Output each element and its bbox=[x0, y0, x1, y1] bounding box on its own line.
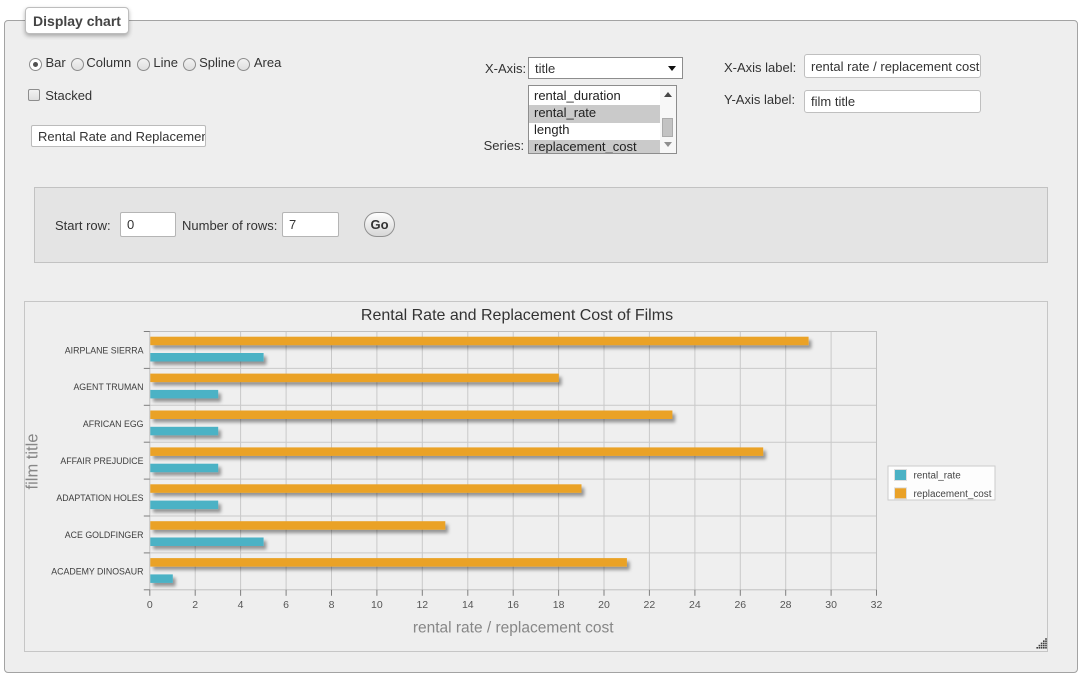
svg-text:28: 28 bbox=[780, 599, 792, 611]
svg-text:AFRICAN EGG: AFRICAN EGG bbox=[83, 419, 144, 429]
svg-text:AFFAIR PREJUDICE: AFFAIR PREJUDICE bbox=[60, 456, 143, 466]
svg-text:6: 6 bbox=[283, 599, 289, 611]
svg-text:10: 10 bbox=[371, 599, 383, 611]
svg-text:32: 32 bbox=[871, 599, 883, 611]
svg-text:14: 14 bbox=[462, 599, 474, 611]
svg-text:rental_rate: rental_rate bbox=[914, 471, 962, 482]
svg-text:18: 18 bbox=[553, 599, 565, 611]
svg-text:4: 4 bbox=[238, 599, 244, 611]
svg-text:ACE GOLDFINGER: ACE GOLDFINGER bbox=[65, 530, 144, 540]
svg-text:AIRPLANE SIERRA: AIRPLANE SIERRA bbox=[65, 345, 144, 355]
svg-text:22: 22 bbox=[644, 599, 656, 611]
svg-text:0: 0 bbox=[147, 599, 153, 611]
svg-text:24: 24 bbox=[689, 599, 701, 611]
svg-text:film title: film title bbox=[24, 434, 42, 490]
svg-text:26: 26 bbox=[734, 599, 746, 611]
svg-text:16: 16 bbox=[507, 599, 519, 611]
svg-text:Rental Rate and Replacement Co: Rental Rate and Replacement Cost of Film… bbox=[361, 307, 673, 324]
svg-text:30: 30 bbox=[825, 599, 837, 611]
svg-text:20: 20 bbox=[598, 599, 610, 611]
svg-text:AGENT TRUMAN: AGENT TRUMAN bbox=[73, 382, 143, 392]
svg-text:12: 12 bbox=[416, 599, 428, 611]
svg-text:replacement_cost: replacement_cost bbox=[914, 489, 992, 500]
svg-text:ACADEMY DINOSAUR: ACADEMY DINOSAUR bbox=[51, 567, 143, 577]
svg-text:ADAPTATION HOLES: ADAPTATION HOLES bbox=[56, 493, 143, 503]
svg-text:8: 8 bbox=[329, 599, 335, 611]
svg-text:2: 2 bbox=[192, 599, 198, 611]
svg-text:rental rate / replacement cost: rental rate / replacement cost bbox=[413, 620, 614, 637]
